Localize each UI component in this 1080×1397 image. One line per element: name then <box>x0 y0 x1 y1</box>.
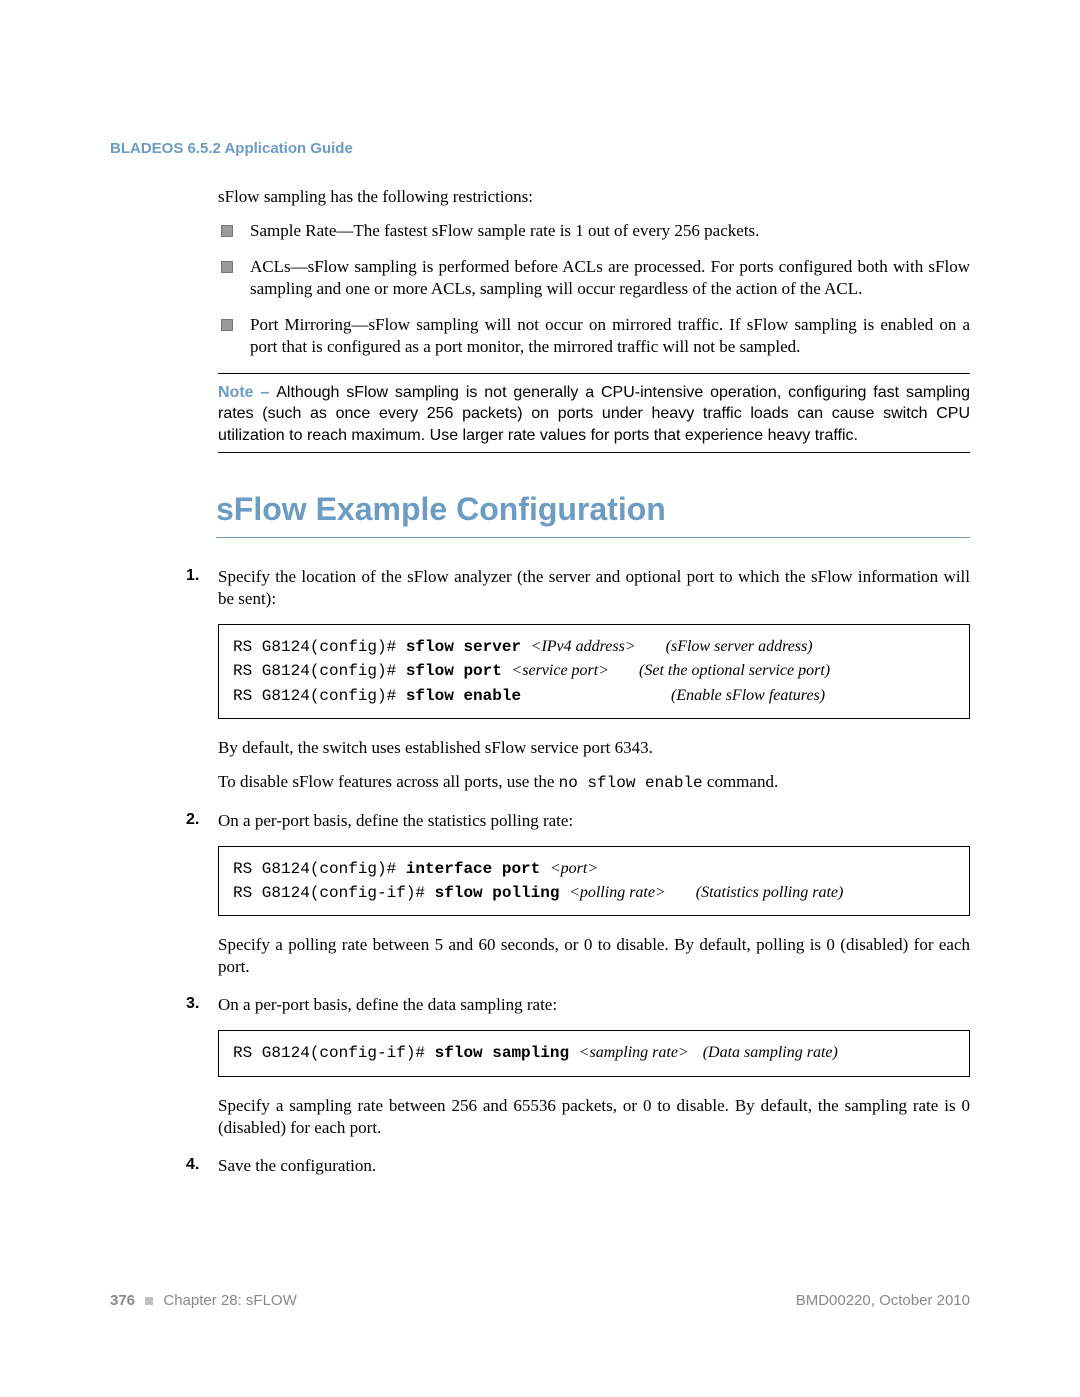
running-header: BLADEOS 6.5.2 Application Guide <box>110 140 353 157</box>
step-number: 3. <box>186 994 199 1015</box>
step-after-text: Specify a sampling rate between 256 and … <box>218 1095 970 1139</box>
command-box: RS G8124(config)# sflow server <IPv4 add… <box>218 624 970 719</box>
step-item: 4. Save the configuration. <box>218 1155 970 1177</box>
command-desc: (sFlow server address) <box>666 635 813 659</box>
command-box: RS G8124(config-if)# sflow sampling <sam… <box>218 1030 970 1076</box>
command-desc: (Data sampling rate) <box>703 1041 838 1065</box>
step-number: 2. <box>186 810 199 831</box>
rule-below-note <box>218 452 970 453</box>
note-label: Note – <box>218 384 276 401</box>
footer-separator-icon <box>145 1297 153 1305</box>
note-block: Note – Although sFlow sampling is not ge… <box>218 382 970 447</box>
text-span: To disable sFlow features across all por… <box>218 772 559 791</box>
prompt: RS G8124(config-if)# <box>233 884 435 902</box>
intro-text: sFlow sampling has the following restric… <box>218 186 970 208</box>
footer-left: 376 Chapter 28: sFLOW <box>110 1292 297 1309</box>
rule-above-note <box>218 373 970 374</box>
command-desc: (Enable sFlow features) <box>671 684 825 708</box>
note-text: Although sFlow sampling is not generally… <box>218 384 970 444</box>
command-keyword: sflow enable <box>406 687 521 705</box>
content-area: sFlow sampling has the following restric… <box>218 186 970 1177</box>
command-row: RS G8124(config)# interface port <port> <box>233 857 955 881</box>
step-lead: On a per-port basis, define the data sam… <box>218 994 970 1016</box>
steps-list: 1. Specify the location of the sFlow ana… <box>218 566 970 1177</box>
step-after-text: By default, the switch uses established … <box>218 737 970 759</box>
command-desc: (Statistics polling rate) <box>696 881 844 905</box>
step-item: 3. On a per-port basis, define the data … <box>218 994 970 1138</box>
text-span: command. <box>703 772 779 791</box>
command-arg: <service port> <box>511 662 609 679</box>
prompt: RS G8124(config)# <box>233 638 406 656</box>
step-after-text: To disable sFlow features across all por… <box>218 771 970 794</box>
command-keyword: interface port <box>406 860 550 878</box>
step-number: 4. <box>186 1155 199 1176</box>
list-item: Sample Rate—The fastest sFlow sample rat… <box>218 220 970 242</box>
command-arg: <polling rate> <box>569 884 666 901</box>
restrictions-list: Sample Rate—The fastest sFlow sample rat… <box>218 220 970 358</box>
command-desc: (Set the optional service port) <box>639 659 830 683</box>
step-lead: Specify the location of the sFlow analyz… <box>218 566 970 610</box>
command-row: RS G8124(config-if)# sflow polling <poll… <box>233 881 955 905</box>
command-arg: <sampling rate> <box>579 1044 689 1061</box>
page: BLADEOS 6.5.2 Application Guide sFlow sa… <box>0 0 1080 1397</box>
prompt: RS G8124(config)# <box>233 687 406 705</box>
command-row: RS G8124(config)# sflow enable (Enable s… <box>233 684 955 708</box>
inline-command: no sflow enable <box>559 774 703 792</box>
page-footer: 376 Chapter 28: sFLOW BMD00220, October … <box>110 1292 970 1309</box>
chapter-label: Chapter 28: sFLOW <box>163 1292 296 1309</box>
prompt: RS G8124(config)# <box>233 860 406 878</box>
step-lead: Save the configuration. <box>218 1155 970 1177</box>
step-number: 1. <box>186 566 199 587</box>
command-keyword: sflow port <box>406 662 512 680</box>
command-arg: <port> <box>550 860 598 877</box>
section-heading: sFlow Example Configuration <box>216 489 970 538</box>
command-keyword: sflow server <box>406 638 531 656</box>
list-item: Port Mirroring—sFlow sampling will not o… <box>218 314 970 358</box>
prompt: RS G8124(config-if)# <box>233 1044 435 1062</box>
command-keyword: sflow polling <box>435 884 569 902</box>
list-item: ACLs—sFlow sampling is performed before … <box>218 256 970 300</box>
command-row: RS G8124(config-if)# sflow sampling <sam… <box>233 1041 955 1065</box>
step-lead: On a per-port basis, define the statisti… <box>218 810 970 832</box>
command-box: RS G8124(config)# interface port <port> … <box>218 846 970 916</box>
command-row: RS G8124(config)# sflow server <IPv4 add… <box>233 635 955 659</box>
footer-right: BMD00220, October 2010 <box>796 1292 970 1309</box>
command-row: RS G8124(config)# sflow port <service po… <box>233 659 955 683</box>
step-item: 1. Specify the location of the sFlow ana… <box>218 566 970 794</box>
step-after-text: Specify a polling rate between 5 and 60 … <box>218 934 970 978</box>
command-arg: <IPv4 address> <box>531 638 636 655</box>
command-keyword: sflow sampling <box>435 1044 579 1062</box>
page-number: 376 <box>110 1292 135 1309</box>
step-item: 2. On a per-port basis, define the stati… <box>218 810 970 979</box>
prompt: RS G8124(config)# <box>233 662 406 680</box>
